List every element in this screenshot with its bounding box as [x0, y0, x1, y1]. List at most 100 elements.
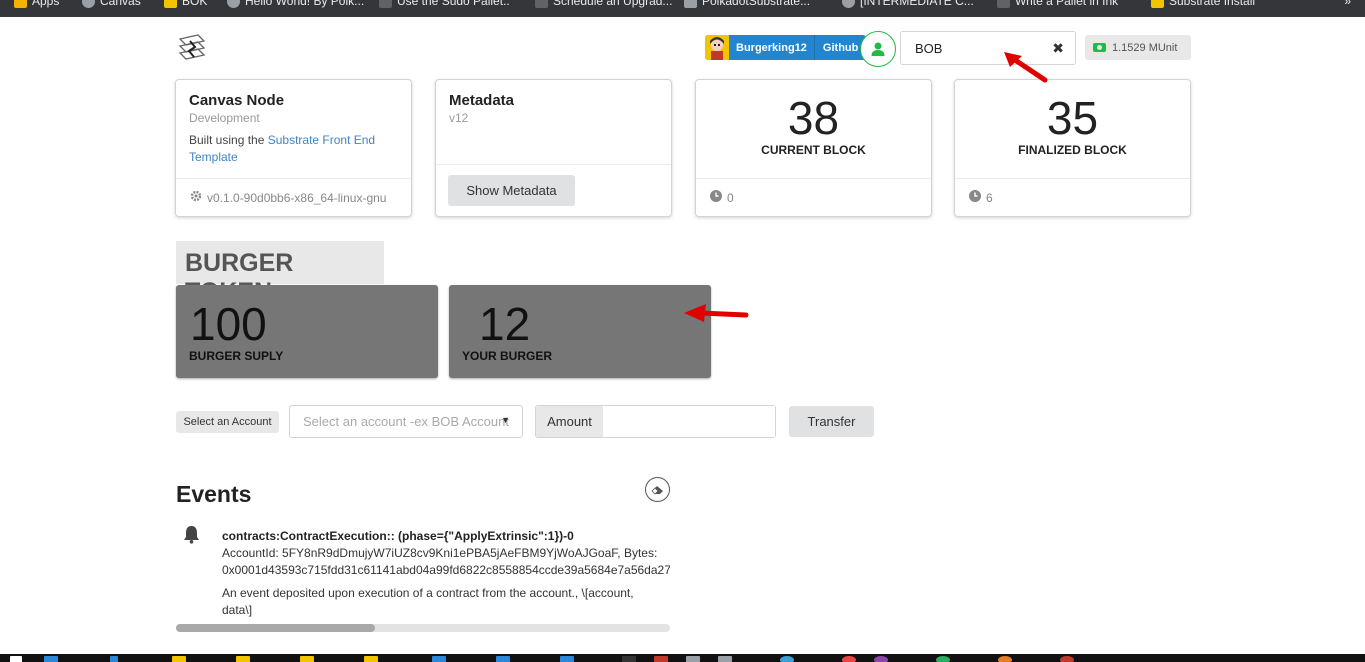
- finalized-block-timer: 6: [955, 178, 1190, 216]
- scrollbar-thumb[interactable]: [176, 624, 375, 632]
- node-version: v0.1.0-90d0bb6-x86_64-linux-gnu: [207, 190, 387, 205]
- balance-value: 1.1529 MUnit: [1112, 41, 1178, 54]
- your-burger-label: YOUR BURGER: [462, 349, 553, 363]
- transfer-button[interactable]: Transfer: [789, 406, 874, 437]
- account-chip[interactable]: Burgerking12 Github: [705, 35, 867, 60]
- amount-field: Amount: [535, 405, 776, 438]
- node-info-card: Canvas Node Development Built using the …: [175, 79, 412, 217]
- taskbar-app-icon[interactable]: [936, 656, 950, 662]
- account-dropdown-placeholder: Select an account -ex BOB Account: [303, 414, 509, 429]
- current-block-timer: 0: [696, 178, 931, 216]
- bookmark-sudo-pallet[interactable]: Use the Sudo Pallet..: [379, 0, 510, 8]
- finalized-block-value: 35: [1046, 92, 1099, 144]
- substrate-favicon-icon: [535, 0, 548, 8]
- taskbar-app-icon[interactable]: [110, 656, 118, 662]
- bookmark-schedule-upgrade[interactable]: Schedule an Upgrad...: [535, 0, 672, 8]
- canvas-favicon-icon: [82, 0, 95, 8]
- browser-bookmarks-bar: Apps Canvas BOK Hello World! By Polk... …: [0, 0, 1365, 17]
- burger-supply-stat: 100 BURGER SUPLY: [176, 285, 438, 378]
- bookmark-substrate-install[interactable]: Substrate Install: [1151, 0, 1255, 8]
- clock-icon: [969, 190, 981, 205]
- finalized-block-label: Finalized Block: [1018, 143, 1127, 157]
- vscode-icon[interactable]: [496, 656, 510, 662]
- bookmark-hello-world[interactable]: Hello World! By Polk...: [227, 0, 364, 8]
- finalized-block-card: 35 Finalized Block 6: [954, 79, 1191, 217]
- node-description: Built using the Substrate Front End Temp…: [189, 133, 376, 164]
- your-burger-value: 12: [479, 298, 531, 350]
- substrate-favicon-icon: [997, 0, 1010, 8]
- amount-input[interactable]: [603, 406, 775, 437]
- account-selector[interactable]: BOB ✖: [900, 31, 1076, 65]
- folder-icon: [164, 0, 177, 8]
- taskbar-app-icon[interactable]: [1060, 656, 1074, 662]
- burger-supply-value: 100: [190, 298, 267, 350]
- moon-favicon-icon: [227, 0, 240, 8]
- image-favicon-icon: [684, 0, 697, 8]
- substrate-logo: [176, 33, 208, 65]
- current-block-timer-value: 0: [727, 190, 734, 205]
- user-icon[interactable]: [860, 31, 896, 67]
- metadata-version: v12: [449, 111, 469, 125]
- apps-grid-icon: [14, 0, 27, 8]
- current-block-card: 38 Current Block 0: [695, 79, 932, 217]
- bookmark-bok[interactable]: BOK: [164, 0, 207, 8]
- account-name[interactable]: Burgerking12: [729, 35, 815, 60]
- folder-icon[interactable]: [364, 656, 378, 662]
- os-taskbar: [0, 654, 1365, 662]
- show-metadata-button[interactable]: Show Metadata: [448, 175, 575, 206]
- taskbar-app-icon[interactable]: [718, 656, 732, 662]
- taskbar-app-icon[interactable]: [654, 656, 668, 662]
- bell-icon: [183, 525, 200, 549]
- caret-down-icon: ▼: [501, 415, 510, 425]
- finalized-block-timer-value: 6: [986, 190, 993, 205]
- bookmark-write-pallet[interactable]: Write a Pallet in Ink: [997, 0, 1118, 8]
- current-block-label: Current Block: [761, 143, 866, 157]
- metadata-title: Metadata: [449, 92, 515, 109]
- bookmark-canvas[interactable]: Canvas: [82, 0, 141, 8]
- chrome-icon[interactable]: [998, 656, 1012, 662]
- windows-start-icon[interactable]: [10, 656, 22, 662]
- select-account-label: Select an Account: [176, 411, 279, 433]
- burger-supply-label: BURGER SUPLY: [189, 349, 284, 363]
- folder-icon[interactable]: [172, 656, 186, 662]
- taskbar-app-icon[interactable]: [44, 656, 58, 662]
- selected-account: BOB: [915, 41, 943, 56]
- account-dropdown[interactable]: Select an account -ex BOB Account ▼: [289, 405, 523, 438]
- moon-favicon-icon: [842, 0, 855, 8]
- clock-icon: [710, 190, 722, 205]
- taskbar-app-icon[interactable]: [686, 656, 700, 662]
- bookmark-polkadot-substrate[interactable]: PolkadotSubstrate...: [684, 0, 810, 8]
- github-link[interactable]: Github: [814, 35, 867, 60]
- events-title: Events: [176, 481, 252, 507]
- substrate-favicon-icon: [379, 0, 392, 8]
- taskbar-app-icon[interactable]: [874, 656, 888, 662]
- node-version-row: v0.1.0-90d0bb6-x86_64-linux-gnu: [176, 178, 411, 216]
- balance-badge: 1.1529 MUnit: [1085, 35, 1191, 60]
- eraser-icon[interactable]: [645, 477, 670, 502]
- event-heading: contracts:ContractExecution:: (phase={"A…: [222, 529, 574, 543]
- clear-icon[interactable]: ✖: [1052, 40, 1064, 57]
- terminal-icon[interactable]: [622, 656, 636, 662]
- folder-icon[interactable]: [300, 656, 314, 662]
- folder-icon[interactable]: [236, 656, 250, 662]
- bookmark-intermediate[interactable]: [INTERMEDIATE C...: [842, 0, 974, 8]
- event-data-line: AccountId: 5FY8nR9dDmujyW7iUZ8cv9Kni1ePB…: [222, 546, 658, 560]
- burger-token-title: BURGER TOKEN: [176, 241, 384, 306]
- metadata-footer: Show Metadata: [436, 164, 671, 216]
- vscode-icon[interactable]: [560, 656, 574, 662]
- event-data-line: 0x0001d43593c715fdd31c61141abd04a99fd682…: [222, 563, 670, 577]
- current-block-value: 38: [787, 92, 840, 144]
- taskbar-app-icon[interactable]: [780, 656, 794, 662]
- your-burger-stat: 12 YOUR BURGER: [449, 285, 711, 378]
- taskbar-app-icon[interactable]: [842, 656, 856, 662]
- node-name: Canvas Node: [189, 92, 285, 109]
- folder-icon: [1151, 0, 1164, 8]
- amount-label: Amount: [536, 406, 603, 437]
- money-icon: [1093, 43, 1106, 52]
- bookmarks-overflow-icon[interactable]: »: [1344, 0, 1351, 8]
- bookmark-apps[interactable]: Apps: [14, 0, 59, 8]
- vscode-icon[interactable]: [432, 656, 446, 662]
- gear-icon: [190, 190, 202, 205]
- event-description: An event deposited upon execution of a c…: [222, 586, 634, 617]
- avatar: [705, 35, 729, 60]
